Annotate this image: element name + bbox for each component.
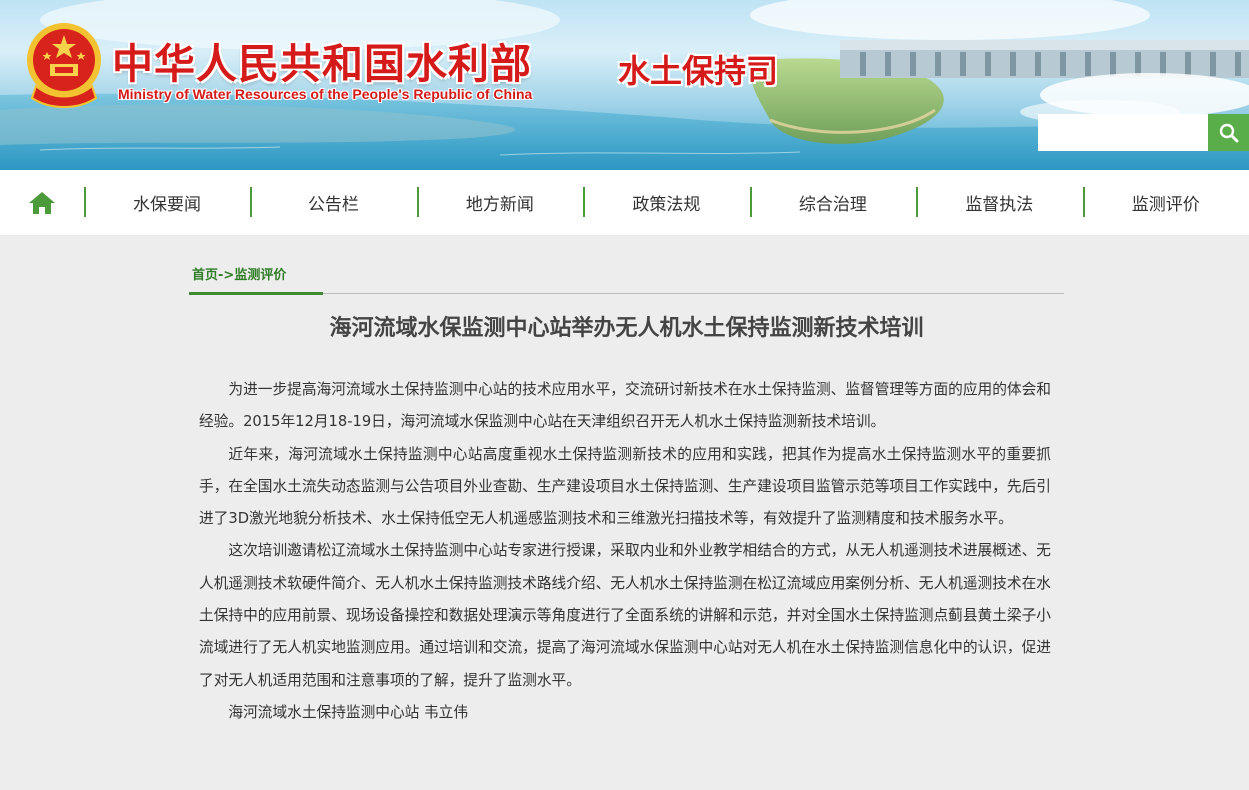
breadcrumb-current-link[interactable]: 监测评价 bbox=[234, 268, 286, 283]
nav-item-monitoring[interactable]: 监测评价 bbox=[1082, 170, 1249, 235]
home-icon bbox=[28, 191, 55, 214]
breadcrumb-home-link[interactable]: 首页 bbox=[192, 268, 218, 283]
ministry-title-cn: 中华人民共和国水利部 bbox=[112, 40, 532, 88]
article-paragraph: 为进一步提高海河流域水土保持监测中心站的技术应用水平，交流研讨新技术在水土保持监… bbox=[199, 381, 1051, 431]
nav-item-supervision[interactable]: 监督执法 bbox=[916, 170, 1082, 235]
header-banner: 中华人民共和国水利部 Ministry of Water Resources o… bbox=[0, 0, 1249, 170]
nav-item-bulletin[interactable]: 公告栏 bbox=[250, 170, 416, 235]
article-body: 为进一步提高海河流域水土保持监测中心站的技术应用水平，交流研讨新技术在水土保持监… bbox=[199, 374, 1051, 729]
breadcrumb: 首页->监测评价 bbox=[192, 264, 286, 283]
nav-item-local-news[interactable]: 地方新闻 bbox=[416, 170, 583, 235]
breadcrumb-accent-bar bbox=[189, 292, 323, 295]
article-paragraph: 这次培训邀请松辽流域水土保持监测中心站专家进行授课，采取内业和外业教学相结合的方… bbox=[199, 542, 1051, 689]
main-nav: 水保要闻 公告栏 地方新闻 政策法规 综合治理 监督执法 监测评价 bbox=[0, 170, 1249, 235]
nav-home[interactable] bbox=[0, 170, 84, 235]
search-input[interactable] bbox=[1038, 114, 1208, 151]
nav-item-policy[interactable]: 政策法规 bbox=[583, 170, 749, 235]
search-button[interactable] bbox=[1208, 114, 1249, 151]
article-paragraph: 近年来，海河流域水土保持监测中心站高度重视水土保持监测新技术的应用和实践，把其作… bbox=[199, 445, 1051, 528]
breadcrumb-separator: -> bbox=[218, 268, 235, 283]
nav-item-governance[interactable]: 综合治理 bbox=[749, 170, 916, 235]
nav-item-shuibao-news[interactable]: 水保要闻 bbox=[83, 170, 250, 235]
article-author: 海河流域水土保持监测中心站 韦立伟 bbox=[228, 703, 469, 721]
department-title: 水土保持司 bbox=[618, 52, 779, 90]
article-title: 海河流域水保监测中心站举办无人机水土保持监测新技术培训 bbox=[329, 316, 924, 341]
search-icon bbox=[1219, 123, 1238, 142]
ministry-title-en: Ministry of Water Resources of the Peopl… bbox=[118, 86, 533, 102]
national-emblem-icon bbox=[27, 23, 101, 108]
